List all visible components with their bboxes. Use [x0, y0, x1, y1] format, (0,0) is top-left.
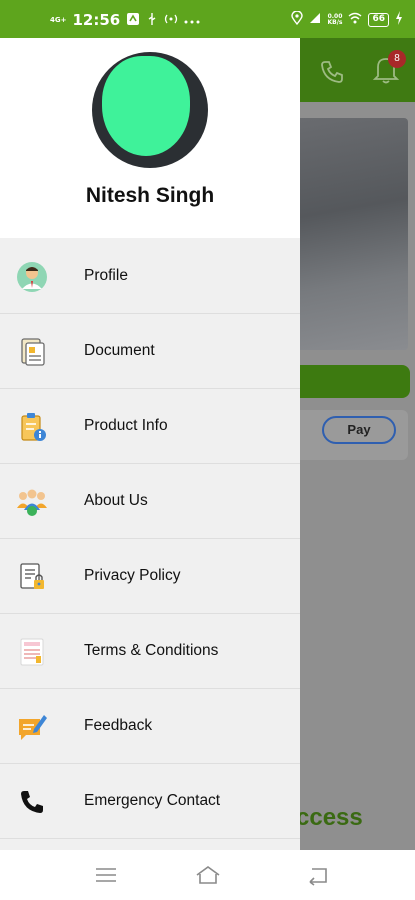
- menu-label: Document: [84, 342, 155, 359]
- hotspot-icon: [164, 13, 178, 28]
- success-text: ccess: [296, 804, 363, 831]
- feedback-icon: [16, 711, 48, 743]
- menu-label: Product Info: [84, 417, 168, 434]
- avatar[interactable]: [92, 52, 208, 168]
- product-info-icon: [16, 411, 48, 443]
- about-us-icon: [16, 486, 48, 518]
- avatar-face-mask: [102, 56, 190, 156]
- menu-label: Terms & Conditions: [84, 642, 219, 659]
- network-speed: 0.00 KB/s: [327, 13, 343, 26]
- more-dots-icon: [184, 13, 200, 27]
- home-icon[interactable]: [194, 864, 222, 886]
- network-indicator: 4G+: [50, 15, 67, 24]
- menu-label: About Us: [84, 492, 148, 509]
- profile-icon: [16, 261, 48, 293]
- pay-button[interactable]: Pay: [322, 416, 396, 444]
- background-green-bar: [290, 365, 410, 398]
- phone-icon: [16, 786, 48, 818]
- drawer-menu: Profile Document Product Info About Us P…: [0, 239, 300, 839]
- document-icon: [16, 336, 48, 368]
- app-notification-icon: [126, 12, 140, 29]
- status-bar: 4G+ 12:56 0.00 KB/s 66: [0, 0, 415, 38]
- charging-icon: [395, 11, 403, 28]
- drawer-header: Nitesh Singh: [0, 38, 300, 238]
- menu-item-terms-conditions[interactable]: Terms & Conditions: [0, 614, 300, 689]
- battery-indicator: 66: [368, 12, 389, 27]
- menu-icon[interactable]: [92, 864, 120, 886]
- menu-label: Privacy Policy: [84, 567, 181, 584]
- menu-item-privacy-policy[interactable]: Privacy Policy: [0, 539, 300, 614]
- notification-badge: 8: [388, 50, 406, 68]
- menu-label: Feedback: [84, 717, 153, 734]
- system-nav-bar: [0, 850, 415, 900]
- navigation-drawer: Nitesh Singh Profile Document Product In…: [0, 38, 300, 850]
- menu-item-feedback[interactable]: Feedback: [0, 689, 300, 764]
- menu-item-document[interactable]: Document: [0, 314, 300, 389]
- location-icon: [291, 10, 304, 28]
- menu-label: Emergency Contact: [84, 792, 221, 809]
- status-time: 12:56: [72, 11, 121, 29]
- call-icon[interactable]: [320, 60, 344, 84]
- signal-icon: [309, 12, 321, 27]
- privacy-policy-icon: [16, 561, 48, 593]
- menu-item-profile[interactable]: Profile: [0, 239, 300, 314]
- menu-item-product-info[interactable]: Product Info: [0, 389, 300, 464]
- terms-icon: [16, 636, 48, 668]
- background-banner-image: [290, 118, 408, 350]
- menu-item-emergency-contact[interactable]: Emergency Contact: [0, 764, 300, 839]
- usb-icon: [146, 12, 158, 29]
- user-name: Nitesh Singh: [85, 184, 215, 207]
- wifi-icon: [348, 12, 362, 27]
- speed-unit: KB/s: [327, 18, 343, 26]
- menu-label: Profile: [84, 267, 128, 284]
- back-icon[interactable]: [304, 864, 332, 886]
- menu-item-about-us[interactable]: About Us: [0, 464, 300, 539]
